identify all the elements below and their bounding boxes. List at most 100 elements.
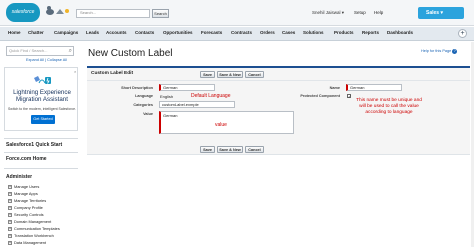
sidebar-item-company-profile[interactable]: + Company Profile xyxy=(8,205,43,210)
tab-leads[interactable]: Leads xyxy=(86,30,99,35)
main-content: New Custom Label Help for this Page? Cus… xyxy=(81,42,474,247)
sidebar-item-manage-territories[interactable]: + Manage Territories xyxy=(8,198,46,203)
short-description-label: Short Description xyxy=(121,86,153,90)
sidebar-item-label: Manage Territories xyxy=(14,198,47,203)
lightning-title: Lightning Experience Migration Assistant xyxy=(13,89,71,103)
administer-heading: Administer xyxy=(6,174,33,180)
expand-icon: + xyxy=(8,205,12,210)
help-link[interactable]: Help xyxy=(374,10,383,15)
sidebar-divider xyxy=(4,138,78,139)
search-button[interactable]: Search xyxy=(152,9,169,18)
sidebar-item-label: Data Management xyxy=(14,240,47,245)
expand-icon: + xyxy=(8,212,12,217)
tab-bar: Home Chatter Campaigns Leads Accounts Co… xyxy=(0,27,474,41)
name-label: Name xyxy=(329,86,340,90)
quick-find-placeholder: Quick Find / Search... xyxy=(9,48,48,53)
value-annotation: value xyxy=(215,122,227,128)
tab-orders[interactable]: Orders xyxy=(260,30,275,35)
get-started-button[interactable]: Get Started xyxy=(31,115,55,124)
categories-input[interactable]: customLabel.exmple xyxy=(159,101,235,108)
salesforce-logo[interactable]: salesforce xyxy=(6,3,40,22)
tab-products[interactable]: Products xyxy=(334,30,354,35)
sidebar-divider xyxy=(4,152,78,153)
expand-collapse-links: Expand All | Collapse All xyxy=(26,58,67,62)
sidebar-item-label: Security Controls xyxy=(14,212,44,217)
sidebar-item-label: Domain Management xyxy=(14,219,52,224)
expand-icon: + xyxy=(8,219,12,224)
expand-all-link[interactable]: Expand All xyxy=(26,58,44,62)
language-value: English xyxy=(160,94,174,99)
add-tab-icon[interactable]: + xyxy=(458,29,467,38)
section-divider xyxy=(87,80,470,81)
expand-icon: + xyxy=(8,184,12,189)
sidebar-item-data-management[interactable]: + Data Management xyxy=(8,240,46,245)
custom-label-edit-panel: Custom Label Edit Save Save & New Cancel… xyxy=(87,66,470,155)
default-language-annotation: Default Language xyxy=(191,93,231,99)
expand-icon: + xyxy=(8,233,12,238)
search-icon: ⌕ xyxy=(68,48,72,54)
tab-dashboards[interactable]: Dashboards xyxy=(387,30,413,35)
sidebar-item-manage-users[interactable]: + Manage Users xyxy=(8,184,39,189)
language-label: Language xyxy=(135,94,153,98)
categories-label: Categories xyxy=(133,103,153,107)
cancel-button[interactable]: Cancel xyxy=(245,71,264,78)
tab-opportunities[interactable]: Opportunities xyxy=(163,30,193,35)
save-button-bottom[interactable]: Save xyxy=(200,146,215,153)
sidebar-item-label: Company Profile xyxy=(14,205,43,210)
name-input[interactable]: German xyxy=(346,84,402,91)
search-input[interactable]: Search... xyxy=(76,9,150,18)
force-home-link[interactable]: Force.com Home xyxy=(6,156,47,162)
salesforce1-quick-start-link[interactable]: Salesforce1 Quick Start xyxy=(6,142,62,148)
global-header: salesforce Search... Search Snehil Jaisw… xyxy=(0,0,474,26)
close-icon[interactable]: × xyxy=(74,69,76,74)
tab-cases[interactable]: Cases xyxy=(282,30,295,35)
tab-accounts[interactable]: Accounts xyxy=(106,30,127,35)
section-title: Custom Label Edit xyxy=(91,71,134,76)
tab-home[interactable]: Home xyxy=(8,30,21,35)
expand-icon: + xyxy=(8,198,12,203)
save-new-button[interactable]: Save & New xyxy=(217,71,243,78)
expand-separator: | xyxy=(45,58,47,62)
value-label: Value xyxy=(143,112,153,116)
user-menu[interactable]: Snehil Jaiswal ▾ xyxy=(312,10,344,16)
sidebar: Quick Find / Search... ⌕ Expand All | Co… xyxy=(0,42,80,247)
sidebar-item-label: Manage Users xyxy=(14,184,40,189)
page-title: New Custom Label xyxy=(88,48,173,59)
sidebar-divider xyxy=(4,168,78,169)
quick-find-input[interactable]: Quick Find / Search... ⌕ xyxy=(6,46,74,56)
sidebar-item-manage-apps[interactable]: + Manage Apps xyxy=(8,191,38,196)
app-menu-button[interactable]: Sales ▾ xyxy=(418,7,464,19)
page: salesforce Search... Search Snehil Jaisw… xyxy=(0,0,474,247)
collapse-all-link[interactable]: Collapse All xyxy=(47,58,67,62)
help-icon: ? xyxy=(452,49,458,54)
lightning-migration-card: × Lightning Experience Migration Assista… xyxy=(4,67,78,131)
expand-icon: + xyxy=(8,240,12,245)
setup-link[interactable]: Setup xyxy=(354,10,366,15)
help-for-page-link[interactable]: Help for this Page? xyxy=(421,49,458,54)
short-description-input[interactable]: German xyxy=(159,84,215,91)
expand-icon: + xyxy=(8,191,12,196)
cancel-button-bottom[interactable]: Cancel xyxy=(245,146,264,153)
lightning-subtitle: Switch to the modern, intelligent Salesf… xyxy=(7,107,77,111)
help-for-page-label: Help for this Page xyxy=(421,49,452,53)
sidebar-item-label: Communication Templates xyxy=(14,226,60,231)
protected-component-checkbox[interactable]: ✓ xyxy=(347,94,351,99)
sidebar-item-communication-templates[interactable]: + Communication Templates xyxy=(8,226,60,231)
sidebar-item-translation-workbench[interactable]: + Translation Workbench xyxy=(8,233,54,238)
sidebar-item-domain-management[interactable]: + Domain Management xyxy=(8,219,51,224)
tab-contracts[interactable]: Contracts xyxy=(231,30,252,35)
sidebar-item-label: Manage Apps xyxy=(14,191,38,196)
sidebar-item-security-controls[interactable]: + Security Controls xyxy=(8,212,44,217)
tab-chatter[interactable]: Chatter xyxy=(28,30,44,35)
save-new-button-bottom[interactable]: Save & New xyxy=(217,146,243,153)
tab-contacts[interactable]: Contacts xyxy=(135,30,154,35)
tab-campaigns[interactable]: Campaigns xyxy=(54,30,78,35)
mascot-icon xyxy=(46,6,69,15)
name-annotation: This name must be unique and will be use… xyxy=(356,98,422,115)
protected-component-label: Protected Component xyxy=(300,94,340,98)
expand-icon: + xyxy=(8,226,12,231)
tab-reports[interactable]: Reports xyxy=(362,30,379,35)
tab-forecasts[interactable]: Forecasts xyxy=(201,30,222,35)
tab-solutions[interactable]: Solutions xyxy=(303,30,324,35)
save-button[interactable]: Save xyxy=(200,71,215,78)
